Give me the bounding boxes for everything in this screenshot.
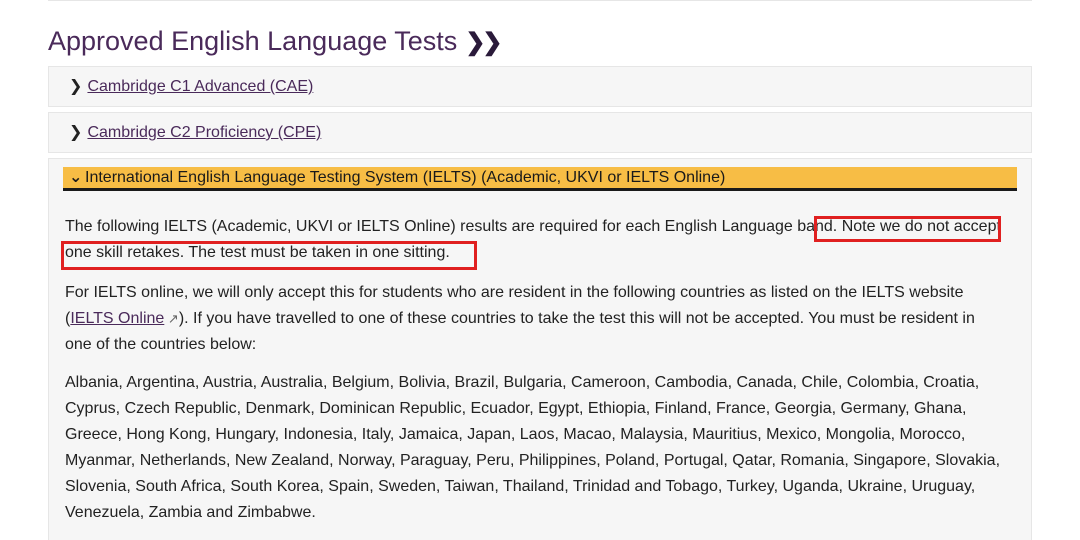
page-title: Approved English Language Tests ❯❯: [48, 22, 503, 62]
accordion-header-cae[interactable]: ❯ Cambridge C1 Advanced (CAE): [69, 76, 313, 98]
chevron-right-icon: ❯: [69, 78, 83, 95]
accordion-header-cpe[interactable]: ❯ Cambridge C2 Proficiency (CPE): [69, 122, 321, 144]
page-title-text: Approved English Language Tests: [48, 26, 458, 56]
ielts-requirements-paragraph: The following IELTS (Academic, UKVI or I…: [65, 214, 1005, 266]
external-link-icon: ↗: [164, 311, 179, 326]
double-chevron-right-icon: ❯❯: [465, 29, 502, 56]
page: Approved English Language Tests ❯❯ ❯ Camb…: [0, 0, 1080, 540]
ielts-requirements-text: The following IELTS (Academic, UKVI or I…: [65, 218, 838, 235]
countries-list-paragraph: Albania, Argentina, Austria, Australia, …: [65, 374, 1001, 521]
accordion-item-cae[interactable]: ❯ Cambridge C1 Advanced (CAE): [48, 66, 1032, 107]
accordion-link-cae[interactable]: Cambridge C1 Advanced (CAE): [87, 78, 313, 95]
highlight-note-start: Note we do not accept: [841, 218, 1001, 235]
ielts-online-text-after: ). If you have travelled to one of these…: [65, 310, 975, 353]
accordion-item-cpe[interactable]: ❯ Cambridge C2 Proficiency (CPE): [48, 112, 1032, 153]
accordion-link-cpe[interactable]: Cambridge C2 Proficiency (CPE): [87, 124, 321, 141]
accordion-item-ielts: ⌄ International English Language Testing …: [48, 158, 1032, 540]
top-divider: [48, 0, 1032, 1]
chevron-right-icon: ❯: [69, 124, 83, 141]
accordion-header-ielts[interactable]: ⌄ International English Language Testing …: [63, 167, 1017, 191]
chevron-down-icon: ⌄: [69, 169, 83, 186]
ielts-online-paragraph: For IELTS online, we will only accept th…: [65, 280, 1005, 358]
ielts-online-link[interactable]: IELTS Online: [70, 310, 164, 327]
accordion-header-ielts-label: International English Language Testing S…: [85, 169, 726, 186]
highlight-note-end: one skill retakes. The test must be take…: [65, 244, 450, 261]
